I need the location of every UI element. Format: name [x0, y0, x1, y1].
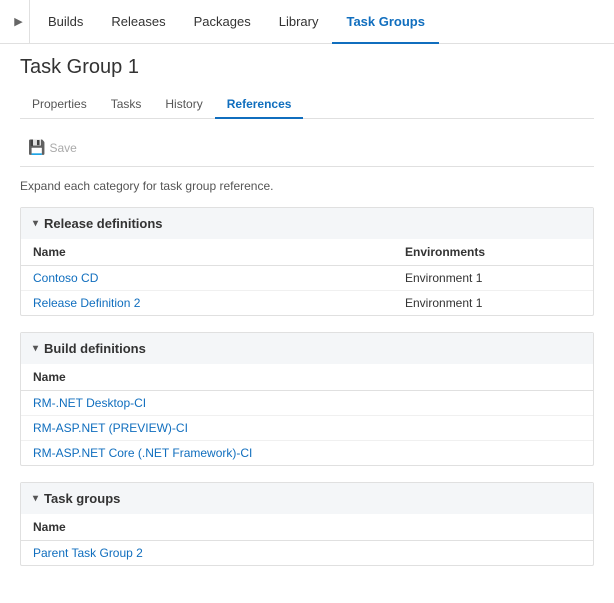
- row-link[interactable]: Release Definition 2: [33, 296, 140, 310]
- section-title: Release definitions: [44, 216, 162, 231]
- col-header: Name: [21, 514, 593, 541]
- table-row: Release Definition 2 Environment 1: [21, 291, 593, 316]
- col-header: Environments: [393, 239, 593, 266]
- section-title: Task groups: [44, 491, 120, 506]
- row-env: Environment 1: [393, 266, 593, 291]
- section-build-definitions: ▾ Build definitions Name RM-.NET Desktop-CI…: [20, 332, 594, 466]
- chevron-down-icon: ▾: [33, 343, 38, 354]
- section-header-task-groups[interactable]: ▾ Task groups: [21, 483, 593, 514]
- chevron-down-icon: ▾: [33, 218, 38, 229]
- section-header-release-definitions[interactable]: ▾ Release definitions: [21, 208, 593, 239]
- nav-item-packages[interactable]: Packages: [180, 0, 265, 44]
- toolbar: 💾 Save: [20, 129, 594, 167]
- row-link[interactable]: RM-ASP.NET Core (.NET Framework)-CI: [33, 446, 252, 460]
- instruction-text: Expand each category for task group refe…: [20, 179, 594, 193]
- sidebar-toggle[interactable]: ▶: [8, 0, 30, 44]
- row-link[interactable]: Parent Task Group 2: [33, 546, 143, 560]
- col-header: Name: [21, 239, 393, 266]
- tab-references[interactable]: References: [215, 91, 304, 119]
- table-row: RM-.NET Desktop-CI: [21, 391, 593, 416]
- row-link[interactable]: RM-.NET Desktop-CI: [33, 396, 146, 410]
- tab-tasks[interactable]: Tasks: [99, 91, 154, 119]
- chevron-down-icon: ▾: [33, 493, 38, 504]
- content-area: Task Group 1 PropertiesTasksHistoryRefer…: [0, 44, 614, 603]
- nav-item-builds[interactable]: Builds: [34, 0, 97, 44]
- sidebar-toggle-icon: ▶: [14, 15, 22, 28]
- table-row: RM-ASP.NET Core (.NET Framework)-CI: [21, 441, 593, 466]
- table-row: RM-ASP.NET (PREVIEW)-CI: [21, 416, 593, 441]
- nav-item-releases[interactable]: Releases: [97, 0, 179, 44]
- section-header-build-definitions[interactable]: ▾ Build definitions: [21, 333, 593, 364]
- ref-table-release-definitions: NameEnvironmentsContoso CDEnvironment 1R…: [21, 239, 593, 315]
- col-header: Name: [21, 364, 593, 391]
- table-row: Parent Task Group 2: [21, 541, 593, 566]
- row-link[interactable]: Contoso CD: [33, 271, 98, 285]
- save-button[interactable]: 💾 Save: [20, 135, 85, 160]
- ref-table-build-definitions: Name RM-.NET Desktop-CI RM-ASP.NET (PREVIE…: [21, 364, 593, 465]
- section-task-groups: ▾ Task groups Name Parent Task Group 2: [20, 482, 594, 566]
- nav-item-library[interactable]: Library: [265, 0, 333, 44]
- section-title: Build definitions: [44, 341, 146, 356]
- section-release-definitions: ▾Release definitionsNameEnvironmentsCont…: [20, 207, 594, 316]
- page-title: Task Group 1: [20, 56, 594, 79]
- tab-properties[interactable]: Properties: [20, 91, 99, 119]
- ref-table-task-groups: Name Parent Task Group 2: [21, 514, 593, 565]
- sub-tabs: PropertiesTasksHistoryReferences: [20, 91, 594, 119]
- main-content: Task Group 1 PropertiesTasksHistoryRefer…: [0, 44, 614, 603]
- top-nav: ▶ BuildsReleasesPackagesLibraryTask Grou…: [0, 0, 614, 44]
- tab-history[interactable]: History: [153, 91, 214, 119]
- nav-item-task-groups[interactable]: Task Groups: [332, 0, 439, 44]
- row-env: Environment 1: [393, 291, 593, 316]
- save-icon: 💾: [28, 139, 45, 156]
- table-row: Contoso CD Environment 1: [21, 266, 593, 291]
- sections-container: ▾Release definitionsNameEnvironmentsCont…: [20, 207, 594, 566]
- row-link[interactable]: RM-ASP.NET (PREVIEW)-CI: [33, 421, 188, 435]
- save-label: Save: [49, 141, 76, 155]
